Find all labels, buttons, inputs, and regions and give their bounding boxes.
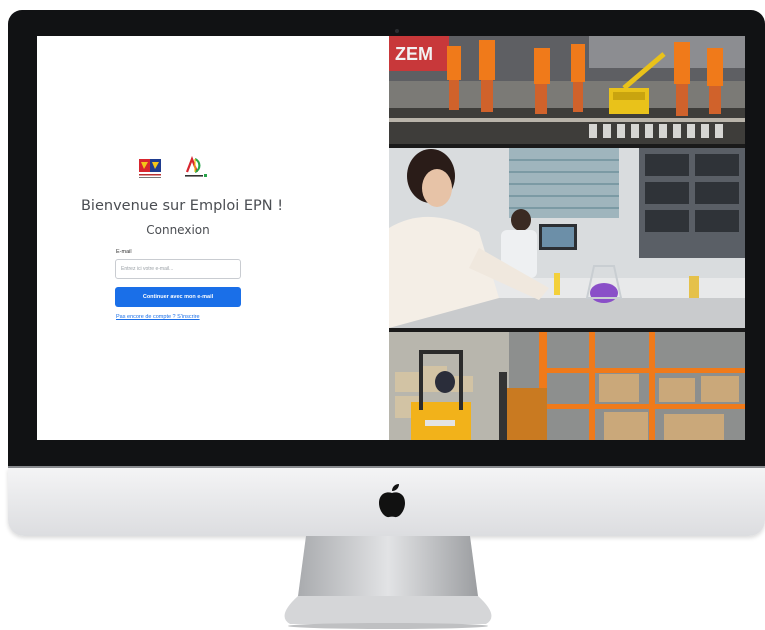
photo-collage: ZEM <box>389 36 745 440</box>
login-subtitle: Connexion <box>146 223 210 237</box>
email-field[interactable] <box>115 259 241 279</box>
partner-logos <box>139 156 207 178</box>
laboratory-photo <box>389 148 745 328</box>
svg-text:ZEM: ZEM <box>395 44 433 64</box>
warehouse-photo <box>389 332 745 440</box>
ad-logo-icon <box>185 156 207 177</box>
page-title: Bienvenue sur Emploi EPN ! <box>80 198 284 214</box>
camera-dot <box>395 29 399 33</box>
email-label: E-mail <box>116 249 132 255</box>
login-panel: Bienvenue sur Emploi EPN ! Connexion E-m… <box>37 36 389 440</box>
imac-stand <box>284 536 492 629</box>
region-logo-icon <box>139 159 161 178</box>
continue-email-button[interactable]: Continuer avec mon e-mail <box>115 287 241 307</box>
road-workers-photo: ZEM <box>389 36 745 144</box>
signup-link[interactable]: Pas encore de compte ? S'inscrire <box>116 314 200 320</box>
apple-logo-icon <box>379 484 405 518</box>
screen: Bienvenue sur Emploi EPN ! Connexion E-m… <box>37 36 745 440</box>
